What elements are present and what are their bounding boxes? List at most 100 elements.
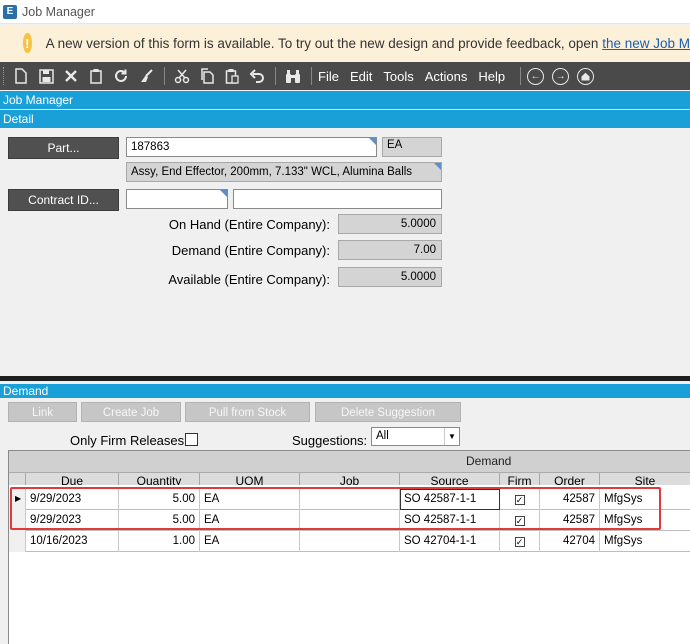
search-binoculars-icon[interactable] [282, 65, 304, 87]
cell-site[interactable]: MfgSys [600, 531, 690, 552]
firm-checkbox[interactable]: ✓ [514, 515, 525, 526]
cell-job[interactable] [300, 510, 400, 531]
demand-grid: Demand Due Quantity UOM Job Source Firm … [8, 450, 690, 644]
field-corner-marker [369, 138, 376, 145]
cell-firm[interactable]: ✓ [500, 510, 540, 531]
only-firm-releases-label: Only Firm Releases [70, 433, 185, 448]
clipboard-icon[interactable] [85, 65, 107, 87]
cell-quantity[interactable]: 1.00 [119, 531, 200, 552]
info-icon: ! [23, 33, 32, 53]
menu-actions[interactable]: Actions [425, 69, 468, 84]
paste-icon[interactable] [221, 65, 243, 87]
cell-job[interactable] [300, 531, 400, 552]
link-button[interactable]: Link [8, 402, 77, 422]
demand-section-header: Demand [0, 384, 690, 398]
detail-section-header: Detail [0, 110, 690, 128]
column-header-site[interactable]: Site [600, 473, 690, 485]
cell-order[interactable]: 42704 [540, 531, 600, 552]
only-firm-releases-checkbox[interactable] [185, 433, 198, 446]
panel-splitter[interactable] [0, 376, 690, 381]
cell-quantity[interactable]: 5.00 [119, 489, 200, 510]
new-job-manager-link[interactable]: the new Job M [602, 36, 690, 51]
delete-icon[interactable] [60, 65, 82, 87]
cell-order[interactable]: 42587 [540, 489, 600, 510]
part-button[interactable]: Part... [8, 137, 119, 159]
contract-description-field[interactable] [233, 189, 442, 209]
part-description-value: Assy, End Effector, 200mm, 7.133" WCL, A… [131, 166, 413, 178]
cell-due[interactable]: 9/29/2023 [26, 489, 119, 510]
cell-quantity[interactable]: 5.00 [119, 510, 200, 531]
cell-uom[interactable]: EA [200, 510, 300, 531]
detail-panel: Part... 187863 EA Assy, End Effector, 20… [0, 128, 690, 376]
table-row[interactable]: 9/29/2023 5.00 EA SO 42587-1-1 ✓ 42587 M… [9, 510, 690, 531]
cell-uom[interactable]: EA [200, 531, 300, 552]
copy-icon[interactable] [196, 65, 218, 87]
toolbar-separator [275, 67, 276, 85]
menu-help[interactable]: Help [478, 69, 505, 84]
current-row-indicator-icon[interactable]: ▶ [9, 489, 26, 510]
window-title: Job Manager [22, 4, 95, 19]
menu-edit[interactable]: Edit [350, 69, 372, 84]
row-selector[interactable] [9, 510, 26, 531]
cell-job[interactable] [300, 489, 400, 510]
demand-value: 7.00 [338, 240, 442, 260]
banner-message: A new version of this form is available.… [46, 36, 690, 51]
refresh-icon[interactable] [110, 65, 132, 87]
menu-tools[interactable]: Tools [383, 69, 413, 84]
column-header-job[interactable]: Job [300, 473, 400, 485]
cell-order[interactable]: 42587 [540, 510, 600, 531]
toolbar-grip[interactable] [3, 67, 6, 85]
back-arrow-icon[interactable]: ← [527, 67, 545, 85]
chevron-down-icon[interactable]: ▼ [444, 428, 459, 445]
menu-file[interactable]: File [318, 69, 339, 84]
contract-id-field[interactable] [126, 189, 228, 209]
cell-due[interactable]: 9/29/2023 [26, 510, 119, 531]
toolbar-separator [311, 67, 312, 85]
grid-group-label: Demand [466, 454, 512, 468]
table-row[interactable]: 10/16/2023 1.00 EA SO 42704-1-1 ✓ 42704 … [9, 531, 690, 552]
home-icon[interactable] [577, 67, 595, 85]
part-number-value: 187863 [131, 141, 170, 153]
column-header-quantity[interactable]: Quantity [119, 473, 200, 485]
field-corner-marker [434, 163, 441, 170]
create-job-button[interactable]: Create Job [81, 402, 181, 422]
column-header-source[interactable]: Source [400, 473, 500, 485]
delete-suggestion-button[interactable]: Delete Suggestion [315, 402, 461, 422]
cell-site[interactable]: MfgSys [600, 489, 690, 510]
cut-icon[interactable] [171, 65, 193, 87]
cell-source[interactable]: SO 42587-1-1 [400, 489, 500, 510]
pull-from-stock-button[interactable]: Pull from Stock [185, 402, 310, 422]
column-header-order[interactable]: Order [540, 473, 600, 485]
column-header-due[interactable]: Due [26, 473, 119, 485]
cell-firm[interactable]: ✓ [500, 531, 540, 552]
cell-firm[interactable]: ✓ [500, 489, 540, 510]
grid-group-header: Demand [9, 451, 690, 473]
row-selector[interactable] [9, 531, 26, 552]
contract-id-button[interactable]: Contract ID... [8, 189, 119, 211]
undo-icon[interactable] [246, 65, 268, 87]
row-selector-header [9, 473, 26, 485]
column-header-firm[interactable]: Firm [500, 473, 540, 485]
firm-checkbox[interactable]: ✓ [514, 494, 525, 505]
forward-arrow-icon[interactable]: → [552, 67, 570, 85]
column-header-uom[interactable]: UOM [200, 473, 300, 485]
broom-icon[interactable] [135, 65, 157, 87]
demand-label: Demand (Entire Company): [171, 243, 330, 258]
suggestions-label: Suggestions: [292, 433, 368, 448]
job-manager-section-header: Job Manager [0, 91, 690, 109]
part-number-field[interactable]: 187863 [126, 137, 377, 157]
firm-checkbox[interactable]: ✓ [514, 536, 525, 547]
cell-site[interactable]: MfgSys [600, 510, 690, 531]
cell-source[interactable]: SO 42704-1-1 [400, 531, 500, 552]
toolbar-separator [520, 67, 522, 85]
save-icon[interactable] [35, 65, 57, 87]
new-icon[interactable] [10, 65, 32, 87]
suggestions-select[interactable]: All ▼ [371, 427, 460, 446]
uom-field: EA [382, 137, 442, 157]
table-row[interactable]: ▶ 9/29/2023 5.00 EA SO 42587-1-1 ✓ 42587… [9, 489, 690, 510]
field-corner-marker [220, 190, 227, 197]
on-hand-value: 5.0000 [338, 214, 442, 234]
cell-source[interactable]: SO 42587-1-1 [400, 510, 500, 531]
cell-uom[interactable]: EA [200, 489, 300, 510]
cell-due[interactable]: 10/16/2023 [26, 531, 119, 552]
